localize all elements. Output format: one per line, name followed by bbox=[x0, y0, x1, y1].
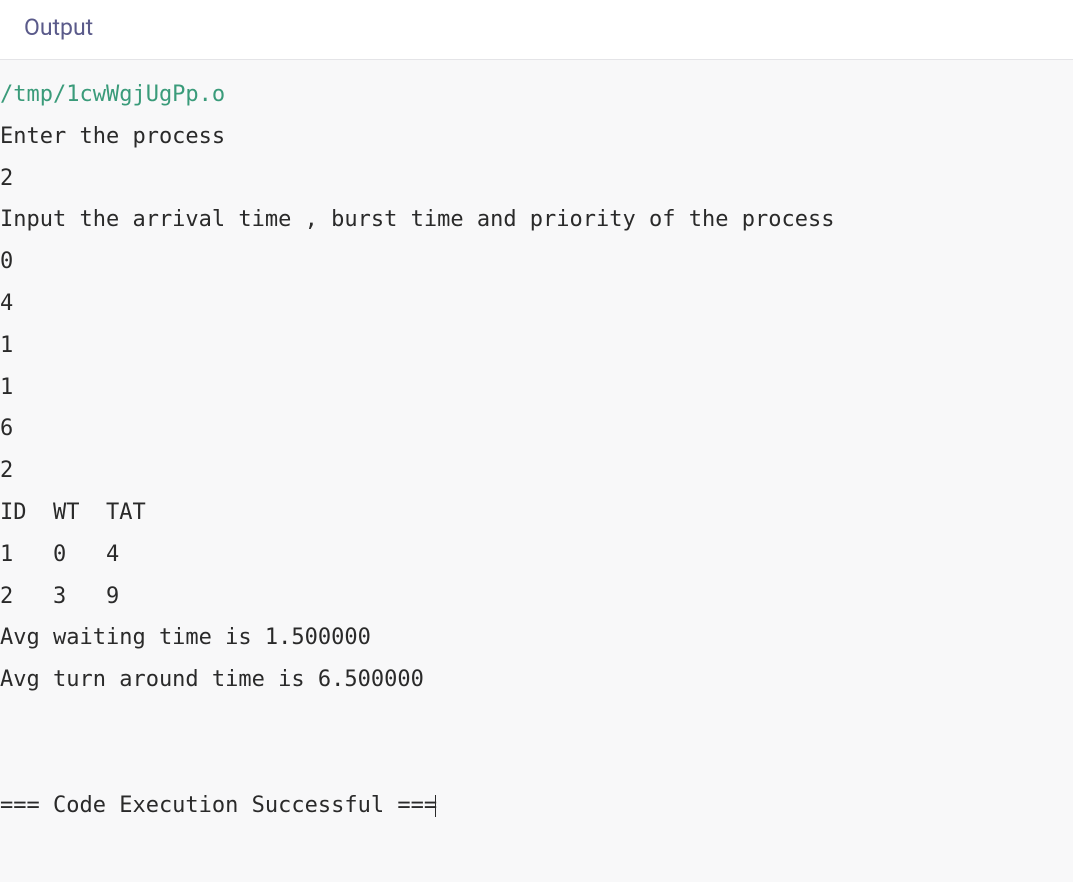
output-line: 6 bbox=[0, 416, 13, 441]
output-line: 4 bbox=[0, 291, 13, 316]
output-line: Enter the process bbox=[0, 124, 225, 149]
output-title: Output bbox=[24, 14, 1049, 41]
output-line: Input the arrival time , burst time and … bbox=[0, 207, 834, 232]
output-line: 1 bbox=[0, 375, 13, 400]
output-line: Avg turn around time is 6.500000 bbox=[0, 667, 424, 692]
output-path: /tmp/1cwWgjUgPp.o bbox=[0, 82, 225, 107]
output-console[interactable]: /tmp/1cwWgjUgPp.o Enter the process 2 In… bbox=[0, 60, 1073, 882]
output-line: 1 bbox=[0, 333, 13, 358]
output-line: 2 bbox=[0, 458, 13, 483]
output-line: Avg waiting time is 1.500000 bbox=[0, 625, 371, 650]
output-line: === Code Execution Successful === bbox=[0, 793, 437, 818]
output-line: 0 bbox=[0, 249, 13, 274]
output-line: ID WT TAT bbox=[0, 500, 146, 525]
output-line: 2 3 9 bbox=[0, 584, 119, 609]
output-line: 2 bbox=[0, 166, 13, 191]
text-cursor bbox=[435, 795, 436, 817]
output-header: Output bbox=[0, 0, 1073, 60]
output-line: 1 0 4 bbox=[0, 542, 119, 567]
